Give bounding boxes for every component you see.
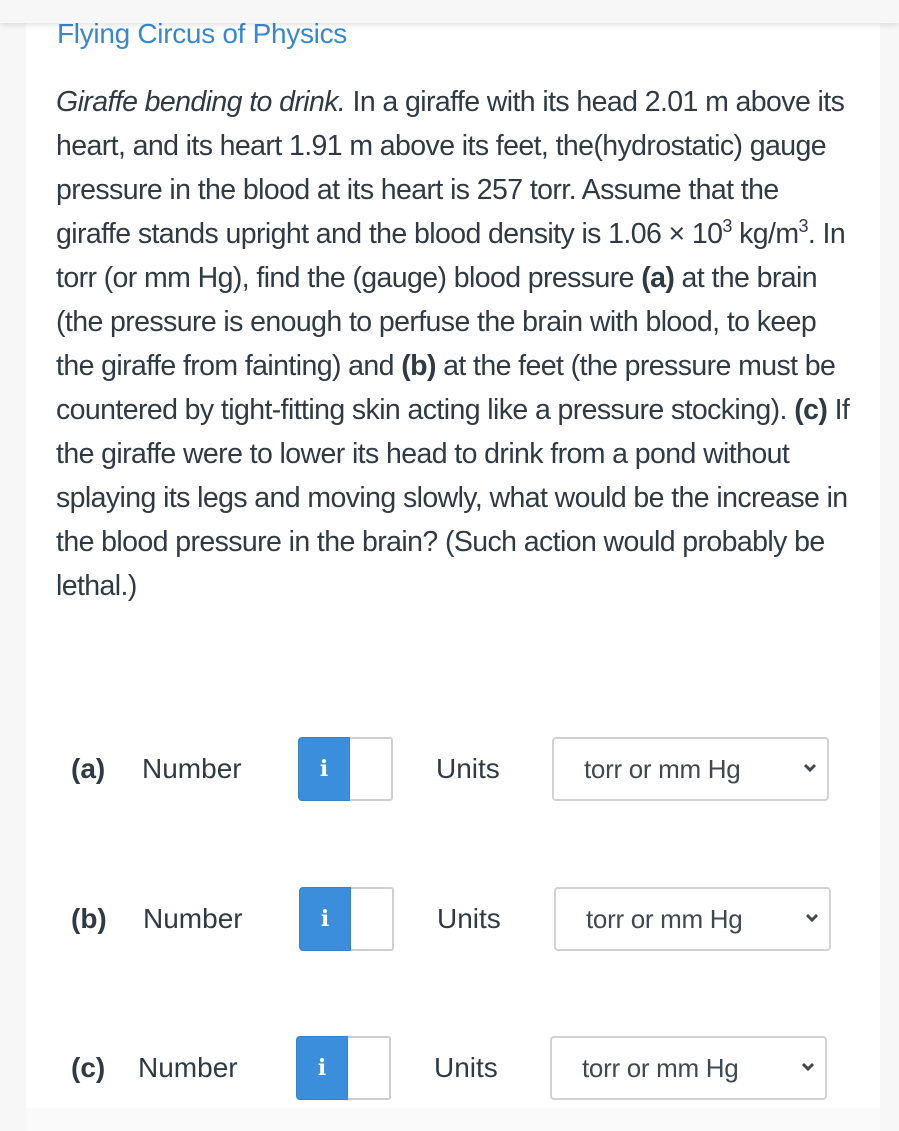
chevron-down-icon (801, 1062, 815, 1072)
units-selected-value: torr or mm Hg (584, 754, 741, 784)
units-label: Units (434, 1052, 498, 1083)
units-select-c[interactable]: torr or mm Hg (550, 1036, 827, 1100)
info-icon: i (320, 906, 330, 932)
units-label: Units (437, 903, 501, 934)
question-title: Giraffe bending to drink. (56, 86, 346, 118)
info-button[interactable]: i (298, 737, 350, 801)
part-a-ref: (a) (641, 262, 675, 294)
units-select-b[interactable]: torr or mm Hg (554, 887, 831, 951)
info-icon: i (319, 756, 329, 782)
number-label: Number (142, 753, 242, 784)
top-bar (0, 0, 899, 23)
part-label: (b) (71, 903, 107, 934)
number-label: Number (143, 903, 243, 934)
units-selected-value: torr or mm Hg (586, 904, 743, 934)
question-card: Flying Circus of Physics Giraffe bending… (26, 0, 880, 1131)
number-input-b[interactable] (351, 887, 394, 951)
units-label: Units (436, 753, 500, 784)
units-selected-value: torr or mm Hg (582, 1053, 739, 1083)
card-footer-band (26, 1108, 880, 1131)
number-input-a[interactable] (350, 737, 393, 801)
answer-row-b: (b) Number i Units torr or mm Hg (26, 887, 880, 953)
info-button[interactable]: i (296, 1036, 348, 1100)
number-label: Number (138, 1052, 238, 1083)
part-label: (c) (71, 1052, 106, 1083)
info-icon: i (317, 1055, 327, 1081)
chevron-down-icon (803, 763, 817, 773)
question-text: Giraffe bending to drink. In a giraffe w… (56, 86, 850, 602)
number-input-c[interactable] (348, 1036, 391, 1100)
units-select-a[interactable]: torr or mm Hg (552, 737, 829, 801)
info-button[interactable]: i (299, 887, 351, 951)
answer-row-a: (a) Number i Units torr or mm Hg (26, 737, 880, 803)
part-c-ref: (c) (794, 394, 828, 426)
part-b-ref: (b) (401, 350, 436, 382)
answer-row-c: (c) Number i Units torr or mm Hg (26, 1036, 880, 1102)
part-label: (a) (71, 753, 106, 784)
chevron-down-icon (805, 913, 819, 923)
